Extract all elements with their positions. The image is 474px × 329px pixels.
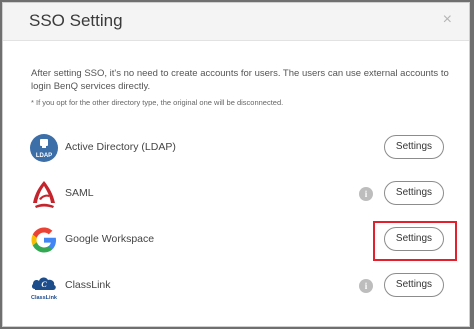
- ldap-settings-button[interactable]: Settings: [384, 135, 444, 159]
- sso-setting-dialog: SSO Setting × After setting SSO, it's no…: [2, 2, 470, 327]
- ldap-logo-icon: LDAP: [29, 133, 59, 163]
- provider-row-ldap: LDAP Active Directory (LDAP) Settings: [29, 133, 449, 163]
- dialog-description: After setting SSO, it's no need to creat…: [31, 68, 449, 92]
- dialog-header: SSO Setting ×: [3, 3, 469, 41]
- saml-info-icon[interactable]: i: [359, 187, 373, 201]
- provider-label-google: Google Workspace: [65, 233, 155, 245]
- classlink-logo-text: ClassLink: [31, 295, 58, 301]
- svg-text:C: C: [41, 280, 47, 289]
- saml-settings-button[interactable]: Settings: [384, 181, 444, 205]
- provider-label-ldap: Active Directory (LDAP): [65, 141, 176, 153]
- saml-logo-icon: [29, 179, 59, 209]
- provider-label-saml: SAML: [65, 187, 94, 199]
- google-logo-icon: [29, 225, 59, 255]
- dialog-note: * If you opt for the other directory typ…: [31, 98, 284, 107]
- ldap-logo-text: LDAP: [36, 153, 52, 159]
- classlink-logo-icon: C ClassLink: [29, 271, 59, 301]
- provider-row-saml: SAML i Settings: [29, 179, 449, 209]
- provider-row-classlink: C ClassLink ClassLink i Settings: [29, 271, 449, 301]
- classlink-info-icon[interactable]: i: [359, 279, 373, 293]
- close-icon[interactable]: ×: [443, 12, 452, 28]
- highlight-box: [373, 221, 457, 261]
- provider-label-classlink: ClassLink: [65, 279, 111, 291]
- dialog-title: SSO Setting: [29, 11, 123, 30]
- classlink-settings-button[interactable]: Settings: [384, 273, 444, 297]
